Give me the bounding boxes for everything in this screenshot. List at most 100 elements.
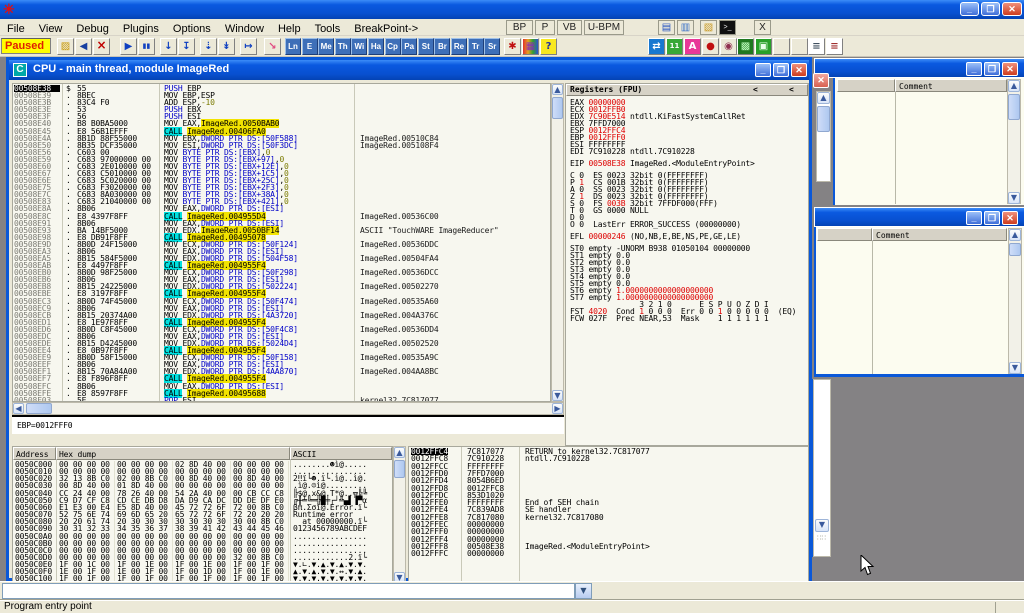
restart-icon[interactable]: ◀ [75,38,92,55]
plugin-breakpoint-icon[interactable]: ● [702,38,719,55]
window-shortcut-button-e[interactable]: E [302,38,318,55]
register-line[interactable]: EIP 00508E38 ImageRed.<ModuleEntryPoint> [570,160,755,167]
collapse-left-icon[interactable]: < [753,85,758,95]
scrollbar-thumb[interactable] [1008,94,1020,120]
execute-till-return-icon[interactable]: ↦ [240,38,257,55]
options-gear-icon[interactable]: ✱ [504,38,521,55]
pause-icon[interactable]: ▮▮ [138,38,155,55]
help-icon[interactable]: ? [540,38,557,55]
plugin-swap-icon[interactable]: ⇄ [648,38,665,55]
menu-item-tools[interactable]: Tools [308,21,348,37]
console-icon[interactable]: >_ [719,20,736,35]
toolbar-empty-slot[interactable] [791,38,808,55]
window-shortcut-button-me[interactable]: Me [318,38,334,55]
scrollbar-thumb[interactable] [394,460,405,478]
menu-item-plugins[interactable]: Plugins [116,21,166,37]
window-shortcut-button-ha[interactable]: Ha [368,38,384,55]
window-shortcut-button-re[interactable]: Re [451,38,467,55]
vb-button[interactable]: VB [557,20,582,35]
hidden-window-vscrollbar-2[interactable]: ▼ ∷∷ [813,379,831,557]
disassembly-hscrollbar[interactable]: ◀ ▶ [12,402,564,415]
comment-window-2-minimize-button[interactable]: _ [966,211,982,225]
comment-window-2-close-button[interactable]: ✕ [1002,211,1018,225]
menu-item-help[interactable]: Help [271,21,308,37]
command-input[interactable] [2,583,575,599]
bp-button[interactable]: BP [506,20,533,35]
scrollbar-thumb[interactable] [1009,243,1021,256]
comment-window-1-titlebar[interactable]: _ ❐ ✕ [814,58,1024,78]
collapse-right-icon[interactable]: < [789,85,794,95]
window-shortcut-button-th[interactable]: Th [335,38,351,55]
notes-icon[interactable]: ▥ [677,20,694,35]
page-icon[interactable]: ▤ [658,20,675,35]
plugin-matrix-icon[interactable]: ▩ [737,38,754,55]
menu-item-breakpoint[interactable]: BreakPoint-> [347,21,425,37]
menu-item-file[interactable]: File [0,21,32,37]
comment-window-1-header[interactable]: Comment [895,79,1007,92]
scrollbar-thumb[interactable] [26,403,52,414]
cpu-close-button[interactable]: ✕ [791,63,807,77]
comment-window-2-header[interactable]: Comment [872,228,1007,241]
trace-over-icon[interactable]: ↡ [218,38,235,55]
scroll-up-icon[interactable]: ▲ [1009,229,1021,241]
disasm-row[interactable]: 00508E3E.53PUSH EBX [13,106,550,113]
close-process-icon[interactable]: × [93,38,110,55]
register-line[interactable]: EFL 00000246 (NO,NB,E,BE,NS,PE,GE,LE) [570,233,741,240]
chevron-down-icon[interactable]: ▼ [575,583,592,599]
scroll-up-icon[interactable]: ▲ [394,447,405,458]
report-log-icon[interactable]: ≡ [826,38,843,55]
disassembly-pane[interactable]: 00508E38$55PUSH EBP00508E39.8BECMOV EBP,… [12,83,551,402]
disasm-row[interactable]: 00508E3B.83C4 F0ADD ESP,-10 [13,99,550,106]
registers-pane[interactable]: Registers (FPU) < < EAX 00000000ECX 0012… [565,83,809,446]
menu-item-window[interactable]: Window [218,21,271,37]
scroll-left-icon[interactable]: ◀ [13,403,24,414]
stack-row[interactable]: 0012FFFC00000000 [409,550,808,557]
register-line[interactable]: EDI 7C910228 ntdll.7C910228 [570,148,695,155]
plugin-number-icon[interactable]: 11 [666,38,683,55]
window-shortcut-button-sr[interactable]: Sr [484,38,500,55]
register-line[interactable]: O 0 LastErr ERROR_SUCCESS (00000000) [570,221,741,228]
close-panel-button[interactable]: X [754,20,771,35]
scrollbar-thumb[interactable] [552,97,563,119]
scroll-down-icon[interactable]: ▼ [1008,192,1020,204]
window-shortcut-button-ln[interactable]: Ln [285,38,301,55]
cpu-window-titlebar[interactable]: C CPU - main thread, module ImageRed _ ❐… [9,60,809,80]
column-divider[interactable] [872,241,873,374]
plugin-spiral-icon[interactable]: ◉ [720,38,737,55]
trace-into-icon[interactable]: ⇣ [200,38,217,55]
comment-window-2-titlebar[interactable]: _ ❐ ✕ [814,207,1024,227]
window-shortcut-button-pa[interactable]: Pa [401,38,417,55]
scroll-down-icon[interactable]: ▼ [1009,362,1021,374]
step-over-icon[interactable]: ↧ [178,38,195,55]
dump-vscrollbar[interactable]: ▲ ▼ [393,446,406,584]
p-button[interactable]: P [535,20,555,35]
plugin-window-icon[interactable]: ▣ [755,38,772,55]
window-shortcut-button-wi[interactable]: Wi [351,38,367,55]
main-titlebar[interactable]: ✳ _ ❐ ✕ [0,0,1024,19]
comment-window-1-maximize-button[interactable]: ❐ [984,62,1000,76]
minimize-button[interactable]: _ [960,2,979,16]
dump-header-address[interactable]: Address [13,447,56,460]
scroll-down-icon[interactable]: ▼ [815,519,829,532]
comment-window-1-vscrollbar[interactable]: ▲ ▼ [1007,79,1021,204]
comment-window-2-vscrollbar[interactable]: ▲ ▼ [1008,228,1022,374]
comment-window-1-header-blank[interactable] [837,79,895,92]
scrollbar-thumb[interactable] [817,106,830,132]
open-file-icon[interactable]: ▨ [57,38,74,55]
scroll-up-icon[interactable]: ▲ [552,84,563,95]
window-shortcut-button-tr[interactable]: Tr [468,38,484,55]
report-list-icon[interactable]: ≡ [808,38,825,55]
comment-window-1-minimize-button[interactable]: _ [966,62,982,76]
register-line[interactable]: FCW 027F Prec NEAR,53 Mask 1 1 1 1 1 1 [570,315,769,322]
appearance-icon[interactable]: ▦ [522,38,539,55]
run-icon[interactable]: ▶ [120,38,137,55]
close-button[interactable]: ✕ [1002,2,1022,16]
scroll-up-icon[interactable]: ▲ [1008,80,1020,92]
column-divider[interactable] [895,92,896,204]
ubpm-button[interactable]: U-BPM [584,20,624,35]
menu-item-options[interactable]: Options [166,21,218,37]
dump-header-hex[interactable]: Hex dump [56,447,290,460]
plugin-analyze-icon[interactable]: A [684,38,701,55]
hidden-window-close-button[interactable]: ✕ [813,73,829,88]
comment-window-2-maximize-button[interactable]: ❐ [984,211,1000,225]
